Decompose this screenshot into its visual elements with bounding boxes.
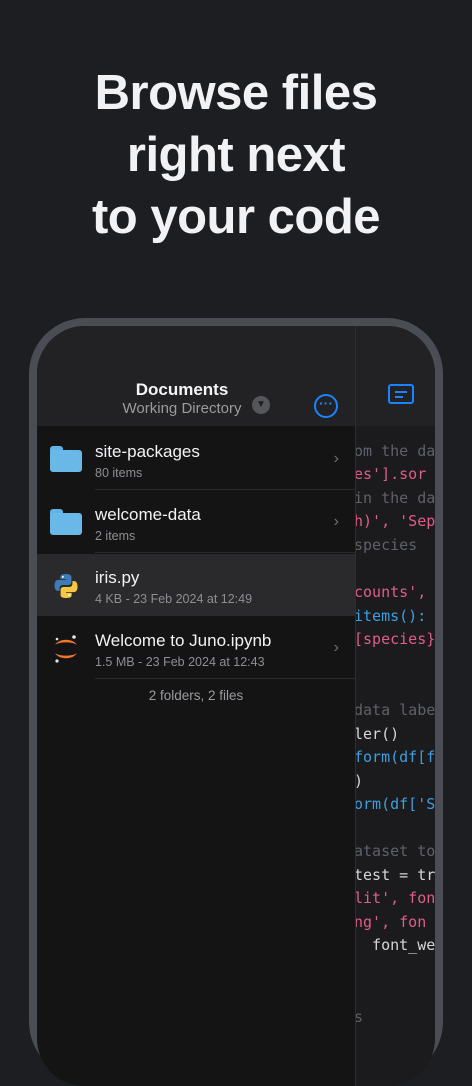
code-line: test = tr: [355, 866, 435, 884]
code-line: es'].sor: [355, 465, 427, 483]
divider: [95, 552, 355, 553]
code-line: items():: [355, 607, 427, 625]
code-line: form(df[f: [355, 748, 435, 766]
folder-icon: [50, 509, 82, 535]
code-line: lit', fon: [355, 889, 435, 907]
code-line: species: [355, 536, 418, 554]
python-icon: [54, 574, 78, 598]
code-line: in the da: [355, 489, 435, 507]
code-line: data labe: [355, 701, 435, 719]
code-line: ler(): [355, 725, 400, 743]
chevron-right-icon: ›: [333, 639, 339, 656]
code-line: [species}: [355, 630, 435, 648]
file-name: Welcome to Juno.ipynb: [95, 631, 272, 650]
file-name: iris.py: [95, 568, 140, 587]
code-editor-pane[interactable]: om the da es'].sor in the da h)', 'Sep s…: [355, 326, 435, 1086]
headline-line-2: right next: [126, 128, 346, 182]
folder-title[interactable]: Documents: [37, 380, 327, 400]
chevron-down-icon[interactable]: ▼: [252, 396, 270, 414]
code-line: ): [356, 770, 363, 792]
file-meta: 4 KB - 23 Feb 2024 at 12:49: [95, 592, 253, 606]
divider: [95, 678, 355, 679]
folder-summary: 2 folders, 2 files: [148, 688, 244, 703]
folder-subtitle[interactable]: Working Directory: [37, 400, 327, 417]
more-options-button[interactable]: ···: [314, 394, 338, 418]
sidebar-toggle-icon[interactable]: [388, 384, 414, 404]
code-line: ng', fon: [355, 913, 427, 931]
phone-screen: om the da es'].sor in the da h)', 'Sep s…: [37, 326, 435, 1086]
code-line: ataset to: [355, 842, 435, 860]
divider: [95, 489, 355, 490]
code-line: counts',: [355, 583, 427, 601]
list-item-iris-py[interactable]: iris.py 4 KB - 23 Feb 2024 at 12:49: [37, 554, 355, 616]
file-browser-header: Documents Working Directory ▼ ···: [37, 326, 355, 426]
jupyter-icon: [55, 635, 77, 663]
code-line: font_we: [355, 936, 435, 954]
file-meta: 80 items: [95, 466, 143, 480]
chevron-right-icon: ›: [333, 513, 339, 530]
headline-line-1: Browse files: [94, 66, 378, 120]
file-meta: 2 items: [95, 529, 136, 543]
list-item-welcome-ipynb[interactable]: Welcome to Juno.ipynb 1.5 MB - 23 Feb 20…: [37, 617, 355, 679]
list-item-site-packages[interactable]: site-packages 80 items ›: [37, 428, 355, 490]
file-browser-pane: Documents Working Directory ▼ ··· site-p…: [37, 326, 355, 1086]
list-item-welcome-data[interactable]: welcome-data 2 items ›: [37, 491, 355, 553]
file-name: welcome-data: [95, 505, 201, 524]
headline-line-3: to your code: [91, 190, 381, 244]
code-toolbar: [356, 326, 435, 426]
phone-frame: om the da es'].sor in the da h)', 'Sep s…: [29, 318, 443, 1086]
code-line: h)', 'Sep: [355, 512, 435, 530]
file-meta: 1.5 MB - 23 Feb 2024 at 12:43: [95, 655, 265, 669]
code-line: s: [356, 1006, 363, 1028]
folder-icon: [50, 446, 82, 472]
file-name: site-packages: [95, 442, 200, 461]
chevron-right-icon: ›: [333, 450, 339, 467]
headline: Browse files right next to your code: [0, 62, 472, 248]
code-line: om the da: [355, 442, 435, 460]
code-line: orm(df['S: [355, 795, 435, 813]
